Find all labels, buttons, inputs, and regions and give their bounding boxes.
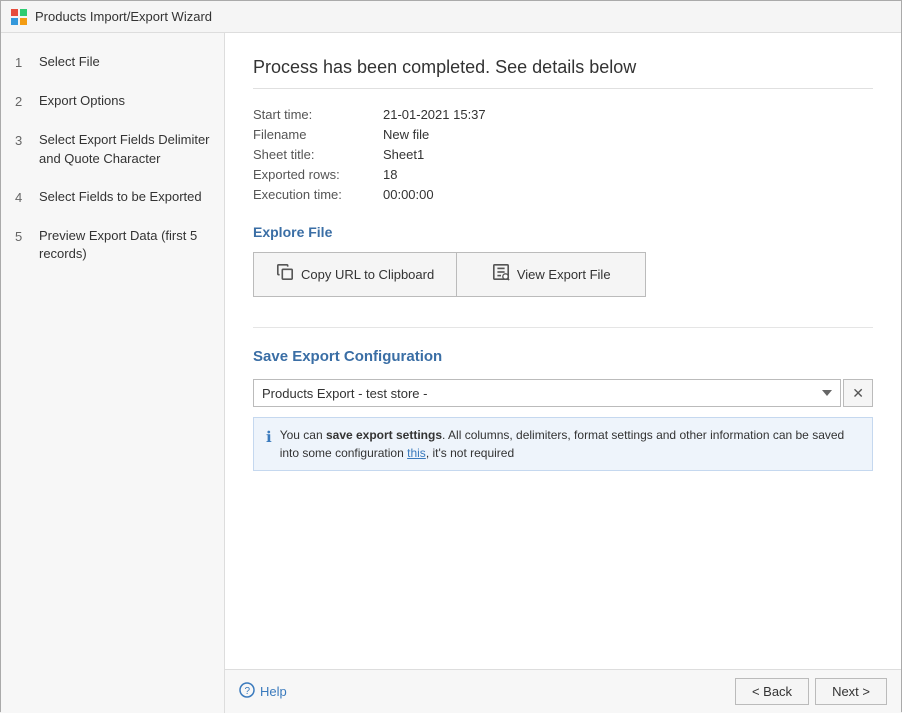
process-title: Process has been completed. See details … bbox=[253, 57, 873, 89]
detail-value-1: New file bbox=[383, 127, 429, 142]
wizard-icon bbox=[11, 9, 27, 25]
info-icon: ℹ bbox=[266, 427, 272, 450]
info-bold: save export settings bbox=[326, 428, 442, 442]
detail-value-4: 00:00:00 bbox=[383, 187, 434, 202]
detail-value-0: 21-01-2021 15:37 bbox=[383, 107, 486, 122]
sidebar-item-preview[interactable]: 5 Preview Export Data (first 5 records) bbox=[1, 217, 224, 273]
detail-row-2: Sheet title: Sheet1 bbox=[253, 147, 873, 162]
detail-row-4: Execution time: 00:00:00 bbox=[253, 187, 873, 202]
sidebar: 1 Select File 2 Export Options 3 Select … bbox=[1, 33, 225, 713]
sidebar-num-2: 2 bbox=[15, 92, 29, 111]
detail-label-0: Start time: bbox=[253, 107, 383, 122]
sidebar-item-export-options[interactable]: 2 Export Options bbox=[1, 82, 224, 121]
details-table: Start time: 21-01-2021 15:37 Filename Ne… bbox=[253, 107, 873, 202]
sidebar-label-1: Select File bbox=[39, 53, 100, 71]
explore-title: Explore File bbox=[253, 224, 873, 240]
title-bar-text: Products Import/Export Wizard bbox=[35, 9, 212, 24]
back-button[interactable]: < Back bbox=[735, 678, 809, 705]
svg-text:?: ? bbox=[245, 686, 251, 697]
detail-row-3: Exported rows: 18 bbox=[253, 167, 873, 182]
info-end: , it's not required bbox=[426, 446, 514, 460]
footer-bar: ? Help < Back Next > bbox=[225, 669, 901, 713]
detail-row-0: Start time: 21-01-2021 15:37 bbox=[253, 107, 873, 122]
sidebar-label-4: Select Fields to be Exported bbox=[39, 188, 202, 206]
footer-buttons: < Back Next > bbox=[735, 678, 887, 705]
detail-value-2: Sheet1 bbox=[383, 147, 424, 162]
info-text: You can save export settings. All column… bbox=[280, 426, 860, 462]
sidebar-num-5: 5 bbox=[15, 227, 29, 246]
detail-label-1: Filename bbox=[253, 127, 383, 142]
config-row: Products Export - test store - ✕ bbox=[253, 379, 873, 407]
info-link[interactable]: this bbox=[407, 446, 426, 460]
detail-label-4: Execution time: bbox=[253, 187, 383, 202]
save-section: Save Export Configuration Products Expor… bbox=[253, 327, 873, 471]
detail-row-1: Filename New file bbox=[253, 127, 873, 142]
copy-url-button[interactable]: Copy URL to Clipboard bbox=[253, 252, 456, 297]
next-button[interactable]: Next > bbox=[815, 678, 887, 705]
view-export-label: View Export File bbox=[517, 267, 611, 282]
footer-help[interactable]: ? Help bbox=[239, 682, 287, 701]
sidebar-num-3: 3 bbox=[15, 131, 29, 150]
save-title: Save Export Configuration bbox=[253, 348, 873, 365]
view-icon bbox=[492, 263, 510, 286]
sidebar-item-fields[interactable]: 4 Select Fields to be Exported bbox=[1, 178, 224, 217]
title-bar: Products Import/Export Wizard bbox=[1, 1, 901, 33]
sidebar-label-2: Export Options bbox=[39, 92, 125, 110]
sidebar-item-delimiter[interactable]: 3 Select Export Fields Delimiter and Quo… bbox=[1, 121, 224, 177]
detail-label-3: Exported rows: bbox=[253, 167, 383, 182]
explore-buttons: Copy URL to Clipboard View Export File bbox=[253, 252, 873, 297]
sidebar-item-select-file[interactable]: 1 Select File bbox=[1, 43, 224, 82]
info-box: ℹ You can save export settings. All colu… bbox=[253, 417, 873, 471]
view-export-button[interactable]: View Export File bbox=[456, 252, 646, 297]
sidebar-label-3: Select Export Fields Delimiter and Quote… bbox=[39, 131, 210, 167]
config-close-button[interactable]: ✕ bbox=[843, 379, 873, 407]
help-label: Help bbox=[260, 684, 287, 699]
sidebar-num-4: 4 bbox=[15, 188, 29, 207]
config-select[interactable]: Products Export - test store - bbox=[253, 379, 841, 407]
sidebar-label-5: Preview Export Data (first 5 records) bbox=[39, 227, 210, 263]
detail-value-3: 18 bbox=[383, 167, 397, 182]
copy-url-label: Copy URL to Clipboard bbox=[301, 267, 434, 282]
content-area: Process has been completed. See details … bbox=[225, 33, 901, 713]
detail-label-2: Sheet title: bbox=[253, 147, 383, 162]
copy-icon bbox=[276, 263, 294, 286]
help-circle-icon: ? bbox=[239, 682, 255, 701]
sidebar-num-1: 1 bbox=[15, 53, 29, 72]
